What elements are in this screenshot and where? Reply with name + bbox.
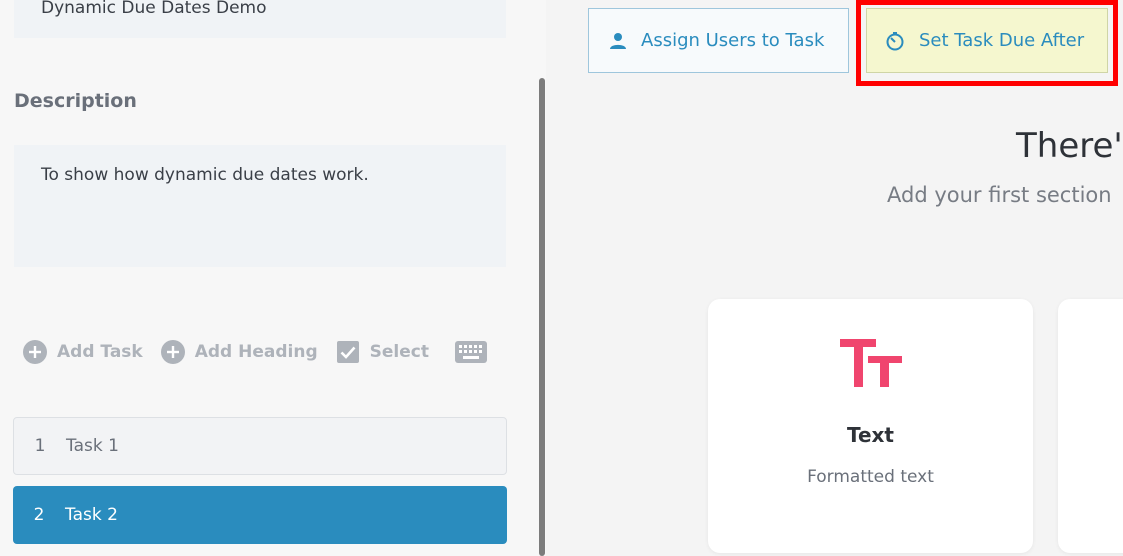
widget-card[interactable] [1058, 299, 1123, 553]
widget-title: Text [846, 423, 894, 447]
add-task-button[interactable]: Add Task [23, 340, 143, 364]
timer-icon [885, 31, 905, 51]
set-task-due-after-button[interactable]: Set Task Due After [866, 8, 1108, 73]
task-number: 1 [34, 436, 46, 456]
text-widget-card[interactable]: Text Formatted text [708, 299, 1033, 553]
task-name: Task 1 [66, 436, 119, 456]
select-button[interactable]: Select [336, 340, 429, 364]
task-row-2[interactable]: 2 Task 2 [13, 486, 507, 544]
assign-users-button[interactable]: Assign Users to Task [588, 8, 849, 73]
add-task-label: Add Task [57, 342, 143, 362]
text-format-icon [840, 339, 902, 391]
user-icon [609, 32, 627, 50]
plus-circle-icon [23, 340, 47, 364]
template-name-field[interactable]: Dynamic Due Dates Demo [14, 0, 506, 38]
description-field[interactable]: To show how dynamic due dates work. [14, 145, 506, 267]
add-heading-label: Add Heading [194, 342, 318, 362]
description-label: Description [14, 90, 137, 112]
scrollbar[interactable] [539, 78, 545, 556]
widget-description: Formatted text [807, 467, 934, 487]
empty-state-subtitle: Add your first section [887, 183, 1112, 207]
select-label: Select [369, 342, 429, 362]
keyboard-icon[interactable] [454, 340, 487, 364]
plus-circle-icon [160, 340, 185, 364]
checkbox-icon [336, 340, 360, 364]
task-row-1[interactable]: 1 Task 1 [13, 417, 507, 475]
add-heading-button[interactable]: Add Heading [160, 340, 318, 364]
set-task-due-after-label: Set Task Due After [919, 30, 1085, 51]
task-number: 2 [33, 505, 45, 525]
task-name: Task 2 [65, 505, 118, 525]
left-panel: Dynamic Due Dates Demo Description To sh… [0, 0, 546, 556]
empty-state-title: There's [1016, 126, 1123, 166]
task-toolbar: Add Task Add Heading Select [23, 339, 487, 365]
assign-users-label: Assign Users to Task [641, 30, 825, 51]
